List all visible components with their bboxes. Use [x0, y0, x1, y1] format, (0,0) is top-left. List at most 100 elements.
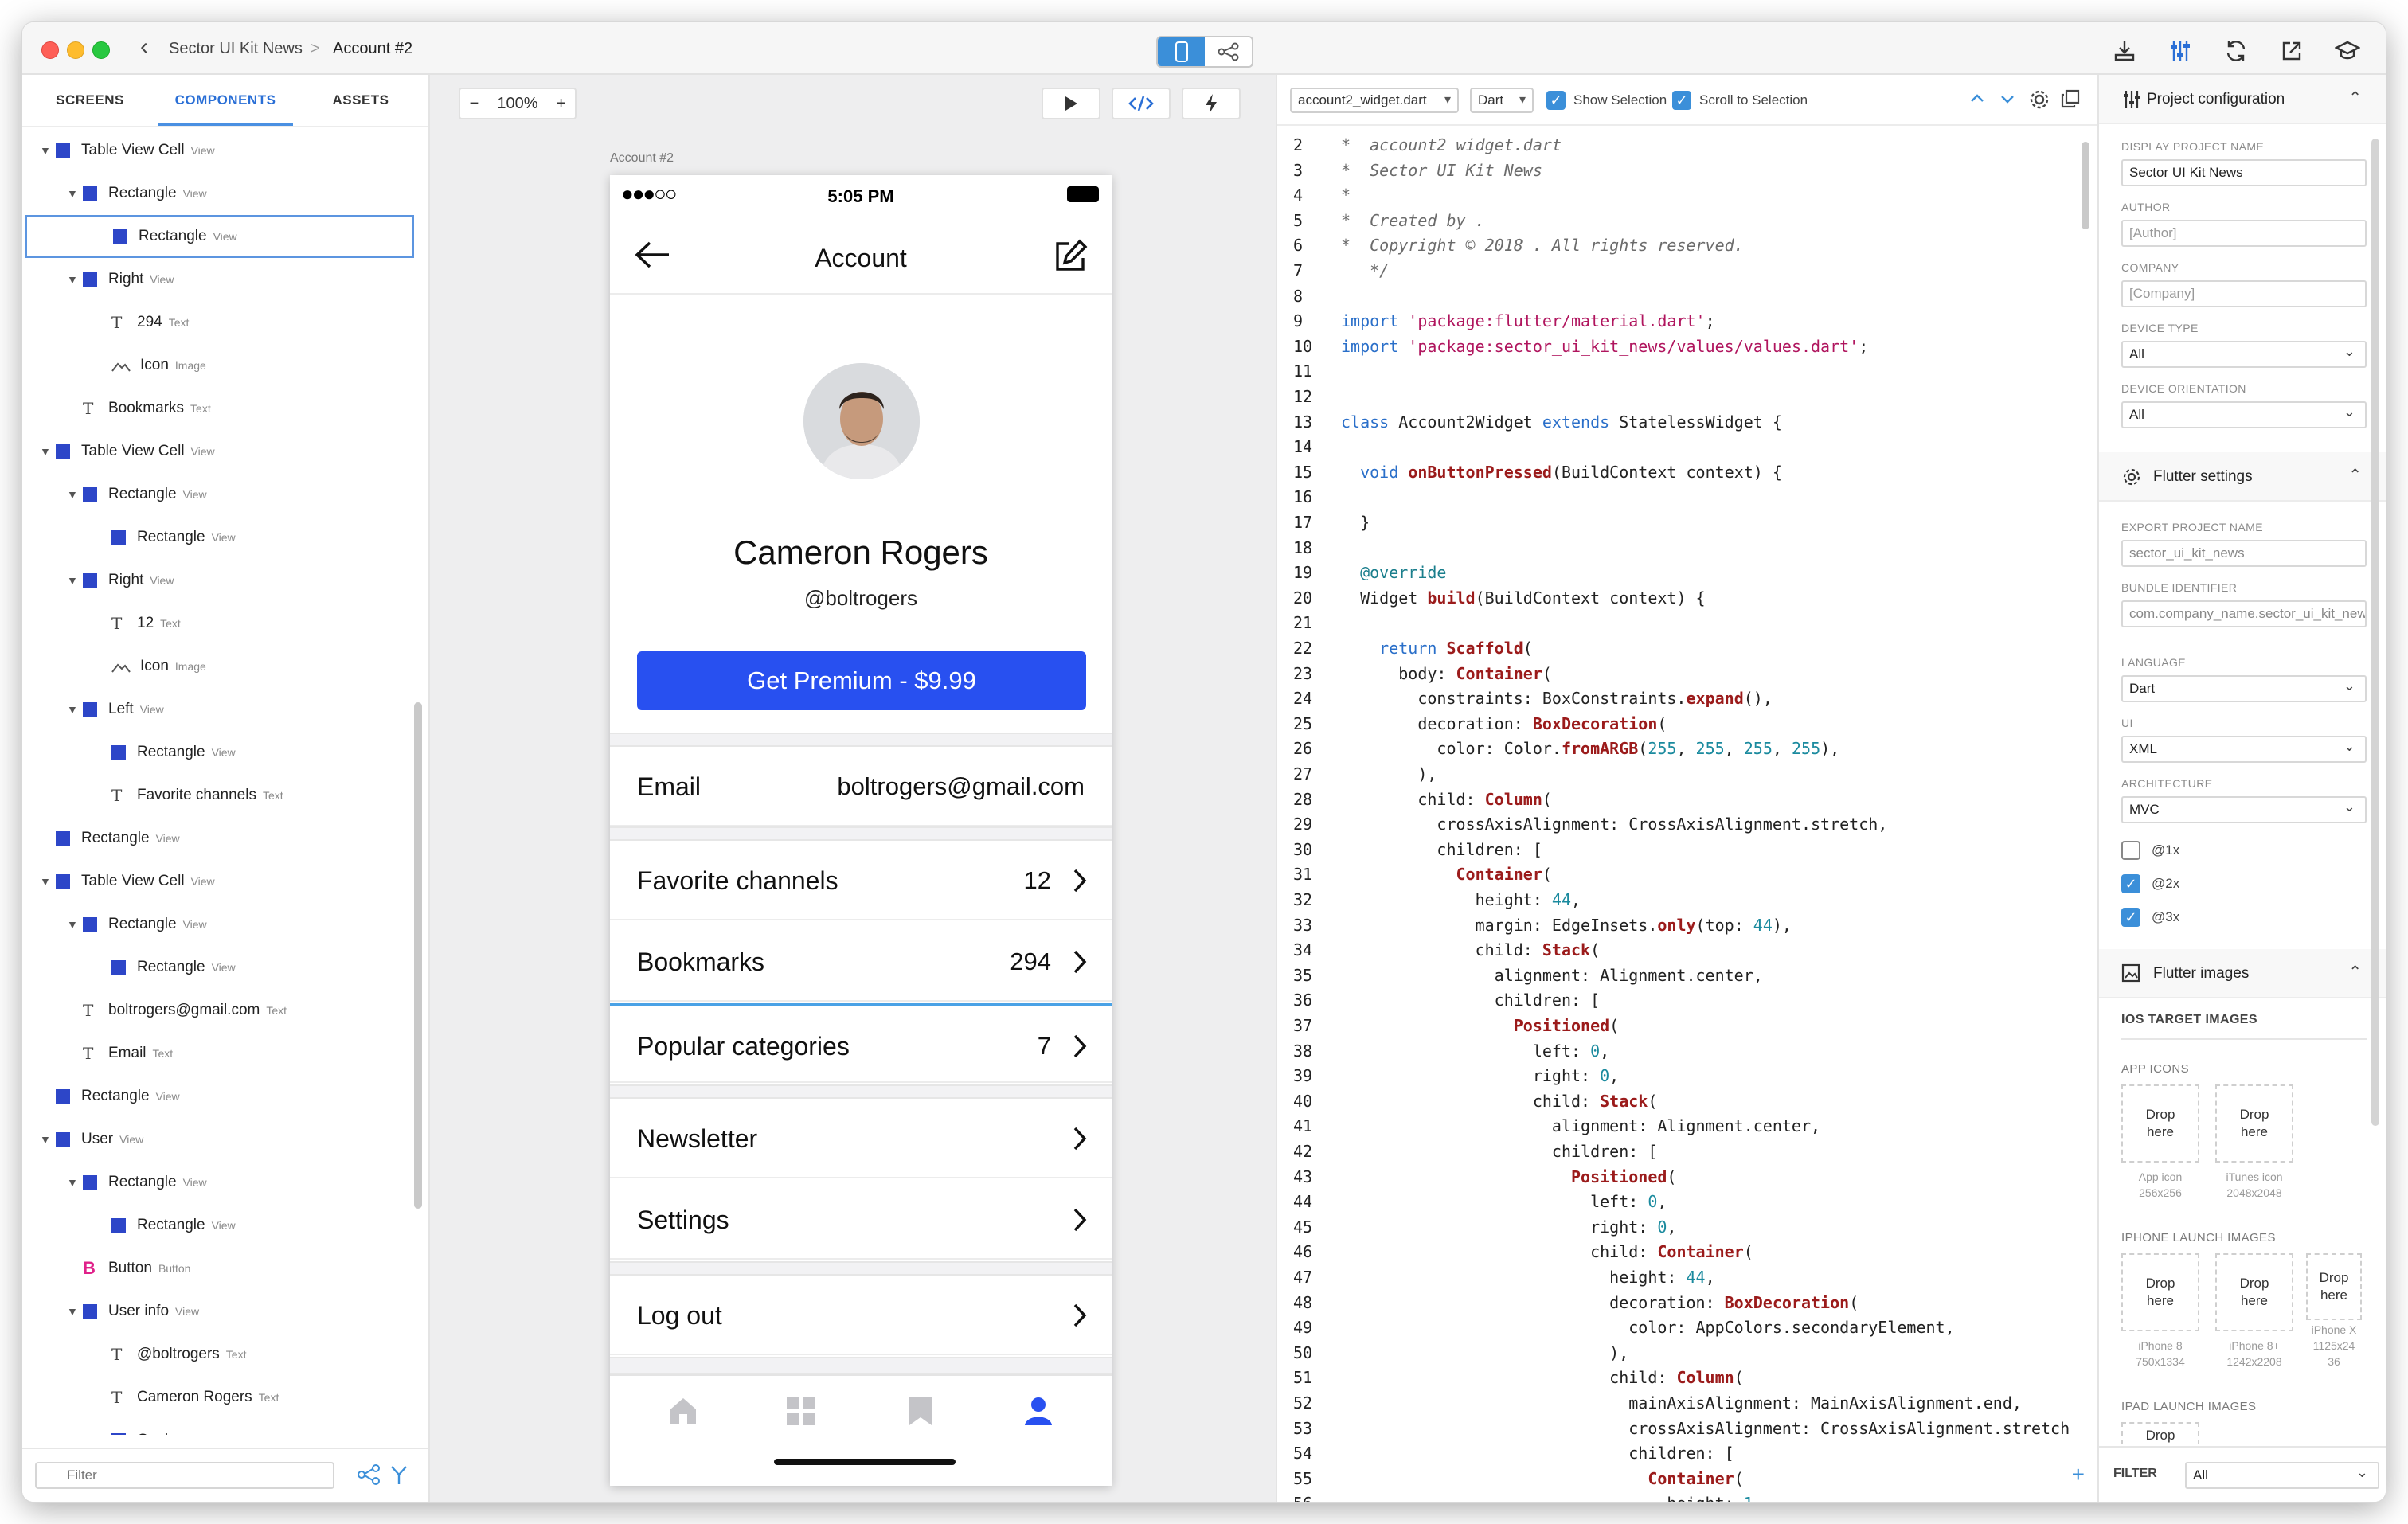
lightning-button[interactable] [1182, 88, 1241, 119]
layer-item[interactable]: T Favorite channels Text [22, 774, 411, 817]
layer-item[interactable]: Rectangle View [22, 516, 411, 559]
layer-item[interactable]: ▼ Rectangle View [22, 903, 411, 946]
zoom-in-button[interactable]: + [557, 95, 566, 113]
breadcrumb-project[interactable]: Sector UI Kit News [169, 40, 303, 58]
row-newsletter[interactable]: Newsletter [610, 1099, 1112, 1178]
layer-item[interactable]: T Email Text [22, 1032, 411, 1075]
disclosure-triangle-icon[interactable]: ▼ [67, 574, 83, 587]
scale-1x-checkbox[interactable] [2121, 841, 2140, 860]
home-icon[interactable] [667, 1395, 699, 1427]
layer-item[interactable]: Rectangle View [22, 1075, 411, 1118]
layer-item[interactable]: T 12 Text [22, 602, 411, 645]
collapse-chevron-icon[interactable]: ⌃ [2348, 465, 2362, 485]
add-icon[interactable]: + [2072, 1462, 2085, 1487]
scale-2x-checkbox[interactable]: ✓ [2121, 874, 2140, 893]
scroll-to-selection-checkbox[interactable]: ✓ [1672, 91, 1691, 110]
layer-item[interactable]: ▼ Left View [22, 688, 411, 731]
layer-item[interactable]: ▼ User info View [22, 1290, 411, 1333]
layer-item[interactable]: T Cameron Rogers Text [22, 1376, 411, 1419]
close-window-button[interactable] [41, 41, 59, 59]
language-select[interactable]: Dart [2121, 675, 2367, 702]
layer-item[interactable]: B Button Button [22, 1247, 411, 1290]
bundle-identifier-field[interactable]: com.company_name.sector_ui_kit_news [2121, 600, 2367, 627]
layer-item[interactable]: Rectangle View [25, 215, 414, 258]
device-type-select[interactable]: All [2121, 341, 2367, 368]
iphone8plus-drop-zone[interactable]: Drop here [2215, 1253, 2293, 1331]
collapse-chevron-icon[interactable]: ⌃ [2348, 88, 2362, 107]
chevron-up-icon[interactable] [1968, 89, 1986, 108]
tab-components[interactable]: COMPONENTS [158, 75, 293, 126]
minimize-window-button[interactable] [67, 41, 84, 59]
layer-item[interactable]: ▼ Table View Cell View [22, 129, 411, 172]
layer-item[interactable]: ▼ Table View Cell View [22, 430, 411, 473]
properties-scrollbar[interactable] [2371, 139, 2379, 1126]
flow-view-button[interactable] [1205, 37, 1252, 66]
disclosure-triangle-icon[interactable]: ▼ [40, 144, 56, 157]
settings-sliders-icon[interactable] [2164, 35, 2196, 67]
design-canvas[interactable]: − 100% + Account #2 ●●●○○ 5:05 PM Accoun… [430, 75, 1276, 1502]
disclosure-triangle-icon[interactable]: ▼ [40, 445, 56, 458]
row-favorite-channels[interactable]: Favorite channels 12 [610, 841, 1112, 920]
ui-select[interactable]: XML [2121, 736, 2367, 763]
layer-item[interactable]: Tboltrogers@gmail.com Text [22, 989, 411, 1032]
get-premium-button[interactable]: Get Premium - $9.99 [637, 651, 1086, 710]
refresh-icon[interactable] [2220, 35, 2252, 67]
layer-item[interactable]: Rectangle View [22, 731, 411, 774]
disclosure-triangle-icon[interactable]: ▼ [40, 875, 56, 888]
collapse-chevron-icon[interactable]: ⌃ [2348, 962, 2362, 982]
row-popular-categories[interactable]: Popular categories 7 [610, 1003, 1112, 1083]
layer-item[interactable]: ▼ Rectangle View [22, 1161, 411, 1204]
back-chevron-icon[interactable]: ‹ [140, 33, 148, 61]
itunes-icon-drop-zone[interactable]: Drop here [2215, 1084, 2293, 1163]
language-select[interactable]: Dart [1470, 88, 1534, 113]
layer-item[interactable]: ▼ User View [22, 1118, 411, 1161]
ipad-drop-zone[interactable]: Drophere [2121, 1422, 2199, 1444]
flutter-images-header[interactable]: Flutter images ⌃ [2099, 949, 2386, 998]
profile-icon[interactable] [1022, 1395, 1054, 1427]
zoom-out-button[interactable]: − [470, 95, 479, 113]
app-icon-drop-zone[interactable]: Drop here [2121, 1084, 2199, 1163]
bookmark-icon[interactable] [908, 1395, 933, 1427]
project-config-header[interactable]: Project configuration ⌃ [2099, 75, 2386, 124]
display-name-field[interactable]: Sector UI Kit News [2121, 159, 2367, 186]
export-name-field[interactable]: sector_ui_kit_news [2121, 540, 2367, 567]
layer-item[interactable]: ▼ Right View [22, 559, 411, 602]
disclosure-triangle-icon[interactable]: ▼ [67, 187, 83, 200]
open-external-icon[interactable] [2276, 35, 2308, 67]
chevron-down-icon[interactable] [1999, 89, 2016, 108]
layer-item[interactable]: ▼ Table View Cell View [22, 860, 411, 903]
company-field[interactable]: [Company] [2121, 280, 2367, 307]
layer-item[interactable]: Icon Image [22, 344, 411, 387]
code-button[interactable] [1112, 88, 1171, 119]
code-scrollbar[interactable] [2082, 142, 2089, 229]
filter-select[interactable]: All [2185, 1462, 2379, 1489]
breadcrumb-screen[interactable]: Account #2 [333, 40, 412, 58]
iphone8-drop-zone[interactable]: Drop here [2121, 1253, 2199, 1331]
design-view-button[interactable] [1158, 37, 1205, 66]
merge-icon[interactable] [389, 1463, 409, 1486]
layer-item[interactable]: T 294 Text [22, 301, 411, 344]
layer-item[interactable]: Rectangle View [22, 946, 411, 989]
edit-icon[interactable] [1054, 239, 1088, 272]
layer-item[interactable]: ▼ Right View [22, 258, 411, 301]
layer-item[interactable]: Rectangle View [22, 817, 411, 860]
phone-artboard[interactable]: ●●●○○ 5:05 PM Account Cameron Rogers @bo… [610, 175, 1112, 1486]
layer-item[interactable]: Oval View [22, 1419, 411, 1435]
architecture-select[interactable]: MVC [2121, 796, 2367, 823]
device-orientation-select[interactable]: All [2121, 401, 2367, 428]
disclosure-triangle-icon[interactable]: ▼ [67, 1176, 83, 1189]
layer-item[interactable]: ▼ Rectangle View [22, 473, 411, 516]
grid-icon[interactable] [785, 1395, 817, 1427]
copy-icon[interactable] [2061, 89, 2080, 108]
layers-scrollbar[interactable] [414, 702, 422, 1209]
disclosure-triangle-icon[interactable]: ▼ [40, 1133, 56, 1146]
layer-item[interactable]: Icon Image [22, 645, 411, 688]
disclosure-triangle-icon[interactable]: ▼ [67, 488, 83, 501]
export-icon[interactable] [2109, 35, 2140, 67]
author-field[interactable]: [Author] [2121, 220, 2367, 247]
zoom-window-button[interactable] [92, 41, 110, 59]
gear-icon[interactable] [2029, 89, 2050, 110]
disclosure-triangle-icon[interactable]: ▼ [67, 273, 83, 286]
file-select[interactable]: account2_widget.dart [1290, 88, 1459, 113]
tab-screens[interactable]: SCREENS [22, 75, 158, 126]
